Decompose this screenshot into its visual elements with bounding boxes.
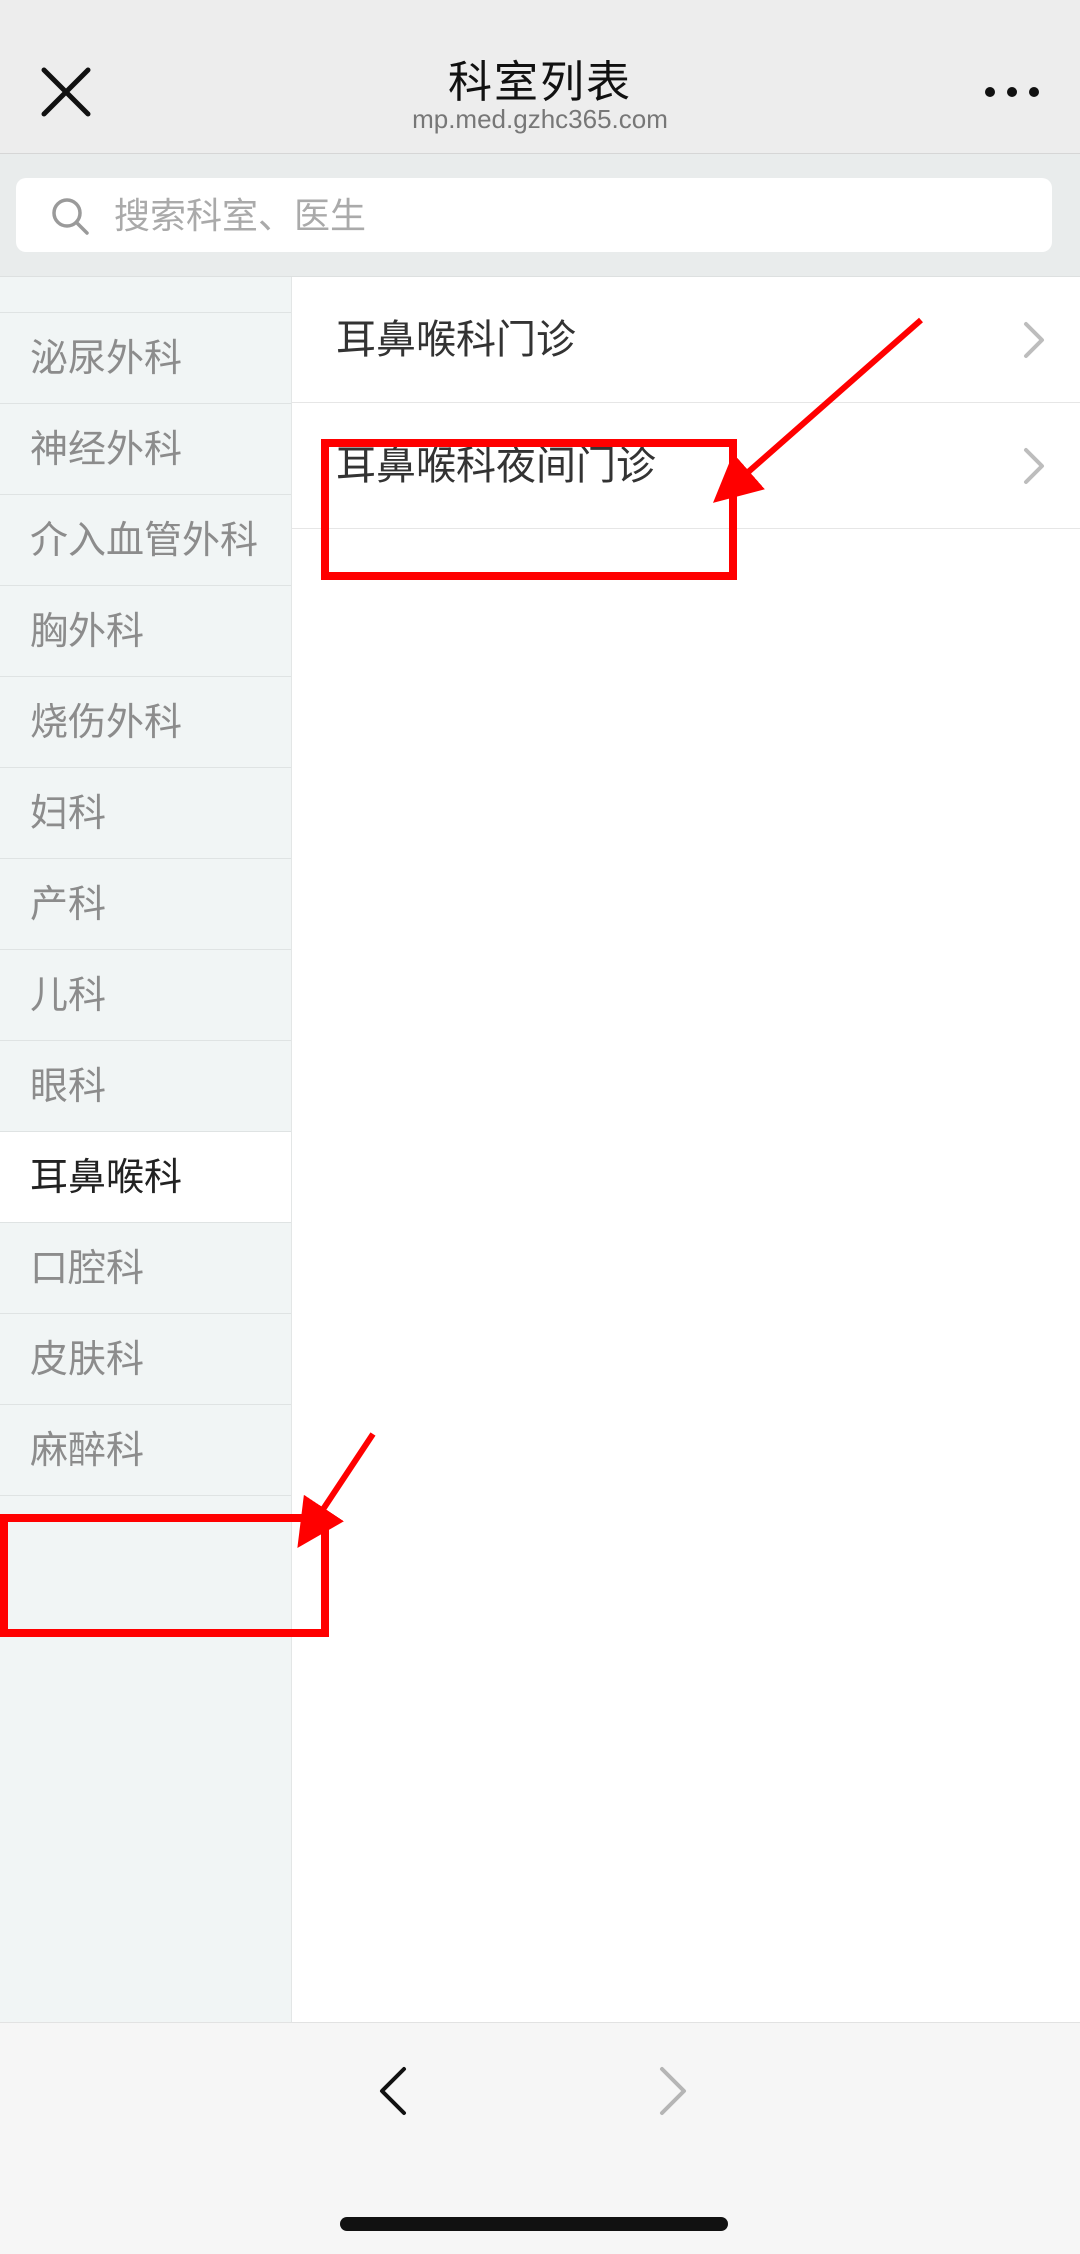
chevron-right-icon xyxy=(1024,322,1044,358)
department-sidebar: 泌尿外科 神经外科 介入血管外科 胸外科 烧伤外科 妇科 产科 儿科 眼科 耳鼻… xyxy=(0,277,292,2022)
sub-department-item[interactable]: 耳鼻喉科门诊 xyxy=(292,277,1080,403)
nav-header: 科室列表 mp.med.gzhc365.com xyxy=(0,0,1080,154)
more-horizontal-icon[interactable] xyxy=(980,76,1044,108)
sidebar-item-ent-active[interactable]: 耳鼻喉科 xyxy=(0,1132,291,1223)
sidebar-item[interactable]: 眼科 xyxy=(0,1041,291,1132)
search-icon xyxy=(52,198,89,235)
sidebar-item[interactable]: 烧伤外科 xyxy=(0,677,291,768)
sidebar-item[interactable]: 神经外科 xyxy=(0,404,291,495)
sidebar-item[interactable]: 产科 xyxy=(0,859,291,950)
sidebar-item[interactable]: 口腔科 xyxy=(0,1223,291,1314)
annotation-arrow-sidebar-item xyxy=(297,1432,376,1548)
home-indicator xyxy=(340,2217,728,2231)
search-input[interactable] xyxy=(112,178,1016,254)
sub-department-label: 耳鼻喉科夜间门诊 xyxy=(336,443,656,489)
sidebar-item[interactable]: 泌尿外科 xyxy=(0,313,291,404)
sidebar-item[interactable]: 儿科 xyxy=(0,950,291,1041)
chevron-left-icon[interactable] xyxy=(378,2065,408,2117)
sub-department-list: 耳鼻喉科门诊 耳鼻喉科夜间门诊 xyxy=(292,277,1080,529)
browser-bottom-bar xyxy=(0,2022,1080,2254)
sidebar-item-partial xyxy=(0,277,291,313)
sub-department-label: 耳鼻喉科门诊 xyxy=(336,317,576,363)
sidebar-item[interactable]: 介入血管外科 xyxy=(0,495,291,586)
chevron-right-icon[interactable] xyxy=(658,2065,688,2117)
search-bar xyxy=(0,154,1080,277)
page-domain: mp.med.gzhc365.com xyxy=(412,104,668,134)
search-box[interactable] xyxy=(16,178,1052,254)
sidebar-item[interactable]: 麻醉科 xyxy=(0,1405,291,1496)
sidebar-item[interactable]: 妇科 xyxy=(0,768,291,859)
sidebar-item[interactable]: 胸外科 xyxy=(0,586,291,677)
chevron-right-icon xyxy=(1024,448,1044,484)
page-title: 科室列表 xyxy=(448,57,632,108)
sub-department-item[interactable]: 耳鼻喉科夜间门诊 xyxy=(292,403,1080,529)
sidebar-item[interactable]: 皮肤科 xyxy=(0,1314,291,1405)
